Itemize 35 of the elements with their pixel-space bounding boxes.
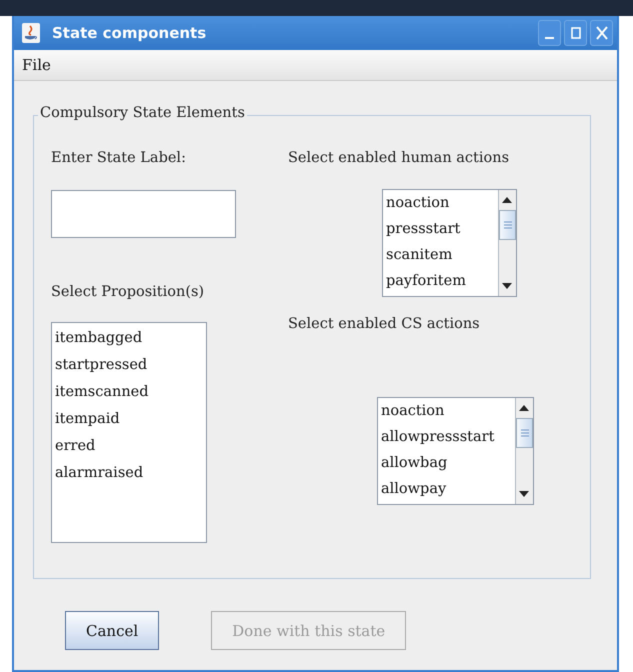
minimize-button[interactable]	[538, 20, 561, 46]
list-item[interactable]: noaction	[386, 190, 495, 216]
minimize-icon	[545, 36, 554, 38]
window-title: State components	[52, 24, 206, 42]
close-icon	[596, 26, 608, 40]
list-item[interactable]: scanitem	[386, 242, 495, 268]
list-item[interactable]: alarmraised	[55, 460, 203, 487]
input-field[interactable]	[51, 190, 236, 238]
list-box[interactable]: itembagged startpressed itemscanned itempaid erred alarmraised	[51, 322, 207, 543]
scrollbar[interactable]	[498, 190, 516, 296]
list-item[interactable]: payforitem	[386, 268, 495, 294]
list-label: Select Proposition(s)	[51, 284, 204, 300]
list-item[interactable]: itemscanned	[55, 379, 203, 406]
list-label: Select enabled human actions	[288, 150, 510, 166]
list-item[interactable]: startpressed	[55, 352, 203, 379]
list-item[interactable]: itembagged	[55, 325, 203, 352]
maximize-button[interactable]	[564, 20, 587, 46]
close-button[interactable]	[590, 20, 613, 46]
menu-item[interactable]: File	[14, 56, 59, 74]
maximize-icon	[570, 26, 582, 40]
list-label: Select enabled CS actions	[288, 316, 480, 332]
scroll-thumb[interactable]	[516, 418, 533, 448]
group-title: Compulsory State Elements	[38, 105, 247, 121]
list-item[interactable]: allowpay	[381, 476, 512, 502]
list-item[interactable]: erred	[55, 433, 203, 460]
list-item[interactable]: noaction	[381, 398, 512, 424]
list-item[interactable]: itempaid	[55, 406, 203, 433]
cup-icon	[22, 23, 40, 43]
dialog-button[interactable]: Cancel	[65, 611, 160, 650]
list-item[interactable]: allowbag	[381, 450, 512, 476]
list-item[interactable]: allowpressstart	[381, 424, 512, 450]
scrollbar[interactable]	[515, 398, 533, 504]
scroll-thumb[interactable]	[499, 210, 516, 240]
field-label: Enter State Label:	[51, 150, 186, 166]
list-item[interactable]: pressstart	[386, 216, 495, 242]
